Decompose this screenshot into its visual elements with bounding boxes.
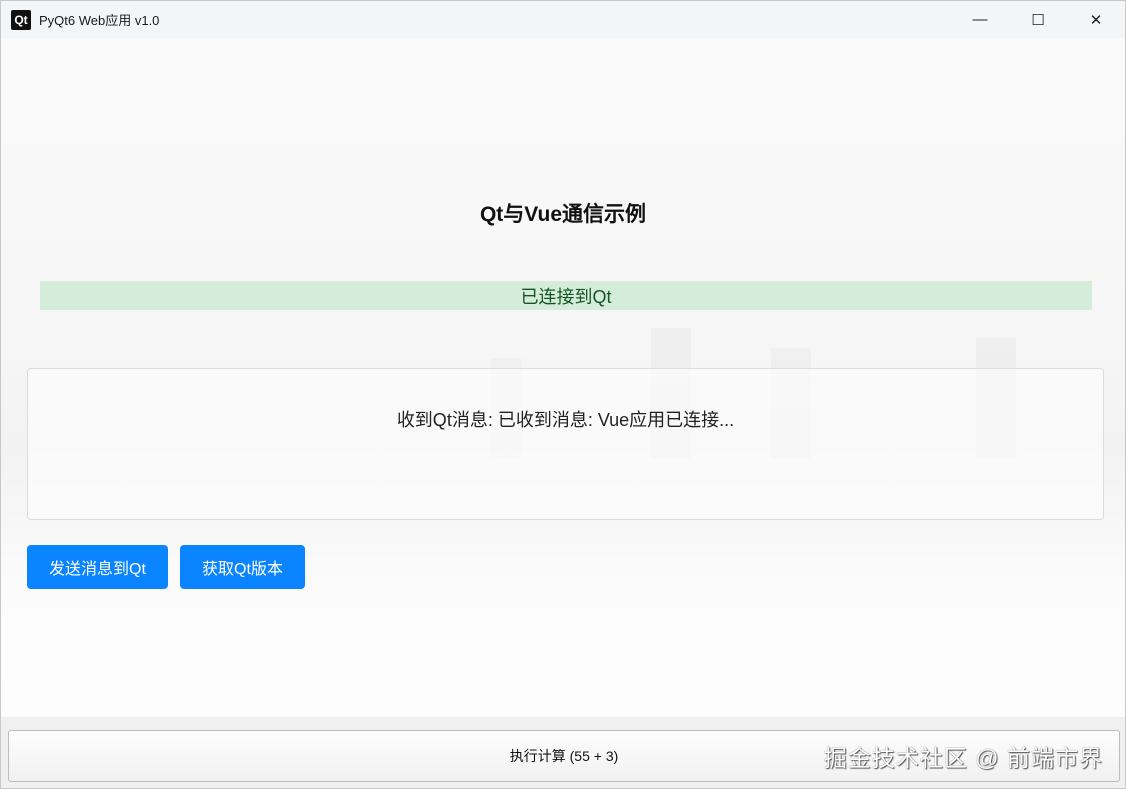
minimize-button[interactable]: — xyxy=(951,1,1009,38)
page-title: Qt与Vue通信示例 xyxy=(479,203,647,226)
send-message-button[interactable]: 发送消息到Qt xyxy=(27,545,168,589)
get-version-button[interactable]: 获取Qt版本 xyxy=(180,545,305,589)
message-text: 收到Qt消息: 已收到消息: Vue应用已连接... xyxy=(396,410,735,430)
watermark: 掘金技术社区 @ 前端市界 xyxy=(823,745,1103,771)
connection-status: 已连接到Qt xyxy=(40,281,1092,310)
qt-logo-icon: Qt xyxy=(11,9,31,30)
window-title: PyQt6 Web应用 v1.0 xyxy=(39,13,160,28)
app-window: Qt PyQt6 Web应用 v1.0 — ☐ ✕ Qt与Vue通信示例 已连接… xyxy=(0,0,1126,789)
maximize-button[interactable]: ☐ xyxy=(1009,1,1067,38)
title-bar: Qt PyQt6 Web应用 v1.0 — ☐ ✕ xyxy=(1,1,1125,38)
close-button[interactable]: ✕ xyxy=(1067,1,1125,38)
message-display: 收到Qt消息: 已收到消息: Vue应用已连接... xyxy=(27,368,1104,520)
web-view: Qt与Vue通信示例 已连接到Qt 收到Qt消息: 已收到消息: Vue应用已连… xyxy=(1,38,1125,717)
